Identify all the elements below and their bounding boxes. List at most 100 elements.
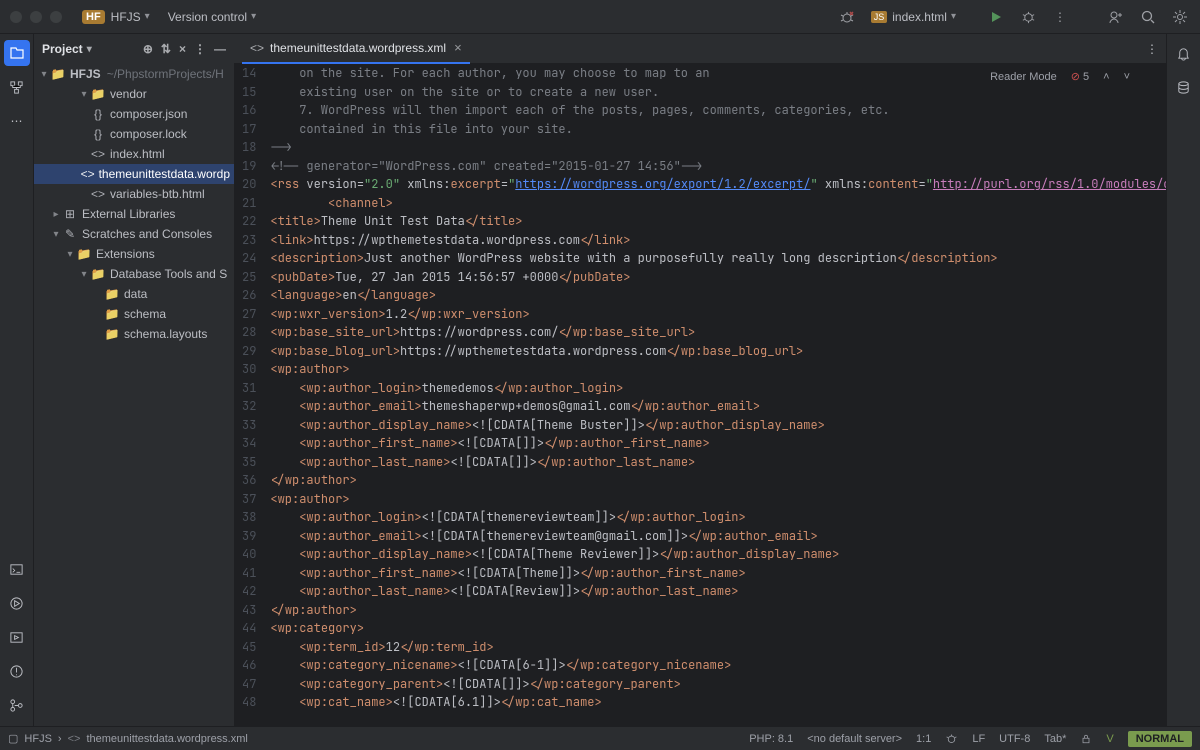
select-opened-file-icon[interactable]: ⊕ xyxy=(143,42,153,56)
tree-label: themeunittestdata.wordp xyxy=(99,167,230,181)
tree-node[interactable]: ▾📁 Database Tools and S xyxy=(34,264,234,284)
sidebar-title: Project xyxy=(42,42,83,56)
twisty-icon[interactable]: ▾ xyxy=(78,89,90,100)
more-tool-button[interactable]: ⋯ xyxy=(4,108,30,134)
minimize-window-icon[interactable] xyxy=(30,11,42,23)
project-tree[interactable]: ▾ 📁 HFJS ~/PhpstormProjects/H ▾📁vendor{}… xyxy=(34,64,234,726)
chevron-down-icon[interactable]: ▾ xyxy=(87,44,92,55)
project-name: HFJS xyxy=(111,10,141,24)
problems-indicator[interactable]: ⊘ 5 xyxy=(1071,70,1089,83)
status-php[interactable]: PHP: 8.1 xyxy=(749,733,793,745)
root-path: ~/PhpstormProjects/H xyxy=(107,67,224,81)
problems-tool-button[interactable] xyxy=(4,658,30,684)
twisty-icon[interactable]: ▾ xyxy=(78,269,90,280)
tree-node[interactable]: <>themeunittestdata.wordp xyxy=(34,164,234,184)
close-tab-icon[interactable]: × xyxy=(454,40,462,55)
debug-button[interactable] xyxy=(1018,7,1038,27)
expand-all-icon[interactable]: ⇅ xyxy=(161,42,171,56)
vim-mode-badge: NORMAL xyxy=(1128,731,1192,747)
tree-node[interactable]: ▸⊞External Libraries xyxy=(34,204,234,224)
file-icon: <> xyxy=(90,187,106,201)
tree-label: Extensions xyxy=(96,247,155,261)
status-caret-pos[interactable]: 1:1 xyxy=(916,733,931,745)
vcs-tool-button[interactable] xyxy=(4,692,30,718)
editor-more-icon[interactable]: ⋮ xyxy=(1146,42,1158,56)
code-content[interactable]: on the site. For each author, you may ch… xyxy=(270,64,1166,726)
chevron-down-icon: ▾ xyxy=(951,11,956,22)
twisty-icon[interactable]: ▾ xyxy=(64,249,76,260)
collapse-all-icon[interactable]: × xyxy=(179,42,186,56)
run-tool-button[interactable] xyxy=(4,624,30,650)
status-indent[interactable]: Tab* xyxy=(1044,733,1066,745)
tree-label: composer.lock xyxy=(110,127,187,141)
statusbar: ▢ HFJS › <> themeunittestdata.wordpress.… xyxy=(0,726,1200,750)
twisty-icon[interactable]: ▸ xyxy=(50,209,62,220)
tree-label: External Libraries xyxy=(82,207,175,221)
tree-node[interactable]: {}composer.json xyxy=(34,104,234,124)
next-problem-icon[interactable]: ˅ xyxy=(1124,71,1130,83)
sidebar-header: Project ▾ ⊕ ⇅ × ⋮ — xyxy=(34,34,234,64)
editor-body[interactable]: Reader Mode ⊘ 5 ˄ ˅ 14151617181920212223… xyxy=(234,64,1166,726)
status-ideavim-icon[interactable]: V xyxy=(1106,733,1113,745)
bug-services-icon[interactable] xyxy=(837,7,857,27)
file-icon: {} xyxy=(90,127,106,141)
editor-area: <> themeunittestdata.wordpress.xml × ⋮ R… xyxy=(234,34,1166,726)
root-name: HFJS xyxy=(70,67,101,81)
window-controls[interactable] xyxy=(10,11,62,23)
services-tool-button[interactable] xyxy=(4,590,30,616)
maximize-window-icon[interactable] xyxy=(50,11,62,23)
tree-node[interactable]: 📁data xyxy=(34,284,234,304)
tree-node[interactable]: <>index.html xyxy=(34,144,234,164)
breadcrumb-project[interactable]: HFJS xyxy=(24,733,52,745)
tree-root[interactable]: ▾ 📁 HFJS ~/PhpstormProjects/H xyxy=(34,64,234,84)
status-server[interactable]: <no default server> xyxy=(807,733,902,745)
run-config-selector[interactable]: JS index.html ▾ xyxy=(871,10,956,24)
file-icon: 📁 xyxy=(104,307,120,321)
tree-node[interactable]: ▾📁 Extensions xyxy=(34,244,234,264)
breadcrumb-file-icon: <> xyxy=(68,733,81,745)
project-selector[interactable]: HFJS ▾ xyxy=(111,10,150,24)
settings-icon[interactable] xyxy=(1170,7,1190,27)
chevron-down-icon: ▾ xyxy=(251,11,256,22)
chevron-down-icon: ▾ xyxy=(145,11,150,22)
status-inspections-icon[interactable] xyxy=(945,732,958,745)
breadcrumb-file[interactable]: themeunittestdata.wordpress.xml xyxy=(86,733,247,745)
reader-mode-label[interactable]: Reader Mode xyxy=(990,71,1057,83)
close-window-icon[interactable] xyxy=(10,11,22,23)
line-gutter[interactable]: 1415161718192021222324252627282930313233… xyxy=(234,64,270,726)
file-icon: {} xyxy=(90,107,106,121)
tree-node[interactable]: <>variables-btb.html xyxy=(34,184,234,204)
file-icon: 📁 xyxy=(90,267,106,281)
tree-label: schema.layouts xyxy=(124,327,207,341)
twisty-icon[interactable]: ▾ xyxy=(50,229,62,240)
prev-problem-icon[interactable]: ˄ xyxy=(1103,71,1109,83)
more-actions-icon[interactable]: ⋮ xyxy=(1050,7,1070,27)
status-line-sep[interactable]: LF xyxy=(972,733,985,745)
project-tool-button[interactable] xyxy=(4,40,30,66)
run-button[interactable] xyxy=(986,7,1006,27)
file-icon: 📁 xyxy=(76,247,92,261)
tree-node[interactable]: 📁schema.layouts xyxy=(34,324,234,344)
twisty-icon[interactable]: ▾ xyxy=(38,69,50,80)
sidebar-more-icon[interactable]: ⋮ xyxy=(194,42,206,56)
notifications-tool-button[interactable] xyxy=(1171,40,1197,66)
tree-node[interactable]: {} composer.lock xyxy=(34,124,234,144)
hide-sidebar-icon[interactable]: — xyxy=(214,42,226,56)
editor-inspections-widget[interactable]: Reader Mode ⊘ 5 ˄ ˅ xyxy=(984,68,1136,85)
database-tool-button[interactable] xyxy=(1171,74,1197,100)
terminal-tool-button[interactable] xyxy=(4,556,30,582)
project-sidebar: Project ▾ ⊕ ⇅ × ⋮ — ▾ 📁 HFJS ~/PhpstormP… xyxy=(34,34,234,726)
code-with-me-icon[interactable] xyxy=(1106,7,1126,27)
tree-node[interactable]: 📁schema xyxy=(34,304,234,324)
tree-node[interactable]: ▾✎Scratches and Consoles xyxy=(34,224,234,244)
file-icon: 📁 xyxy=(90,87,106,101)
vcs-label: Version control xyxy=(168,10,247,24)
structure-tool-button[interactable] xyxy=(4,74,30,100)
status-readonly-icon[interactable] xyxy=(1080,733,1092,745)
search-icon[interactable] xyxy=(1138,7,1158,27)
vcs-menu[interactable]: Version control ▾ xyxy=(168,10,256,24)
status-encoding[interactable]: UTF-8 xyxy=(999,733,1030,745)
editor-tab[interactable]: <> themeunittestdata.wordpress.xml × xyxy=(242,34,470,64)
tree-node[interactable]: ▾📁vendor xyxy=(34,84,234,104)
tree-label: Database Tools and S xyxy=(110,267,227,281)
